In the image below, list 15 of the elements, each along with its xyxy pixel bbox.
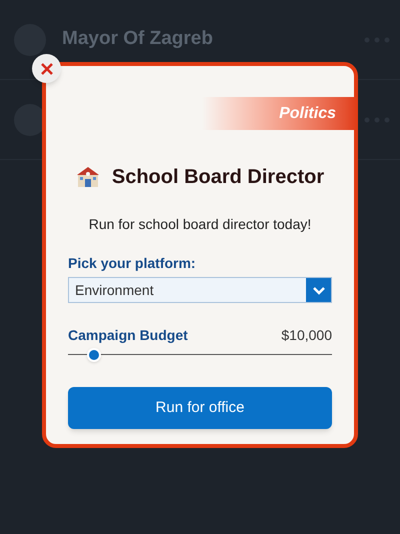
- description: Run for school board director today!: [88, 215, 312, 234]
- school-icon: [76, 165, 100, 189]
- platform-dropdown[interactable]: Environment: [68, 277, 332, 303]
- budget-label: Campaign Budget: [68, 326, 188, 345]
- slider-thumb[interactable]: [87, 348, 102, 362]
- avatar: [14, 24, 46, 56]
- close-button[interactable]: [32, 54, 61, 83]
- run-button[interactable]: Run for office: [68, 387, 332, 429]
- budget-slider[interactable]: [68, 347, 332, 363]
- chevron-down-icon: [312, 286, 326, 294]
- platform-label: Pick your platform:: [68, 254, 197, 273]
- close-icon: [40, 62, 54, 76]
- budget-value: $10,000: [281, 326, 332, 345]
- modal-title: School Board Director: [112, 165, 324, 190]
- list-item-title: Mayor Of Zagreb: [62, 28, 213, 50]
